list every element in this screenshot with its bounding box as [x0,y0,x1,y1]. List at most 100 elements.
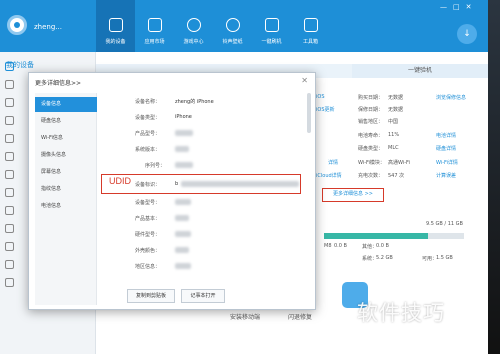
nav-label: 我的设备 [105,39,126,45]
nav-ringtone-wallpaper[interactable]: 铃声壁纸 [213,0,252,52]
nav-toolbox[interactable]: 工具箱 [291,0,330,52]
warranty-link[interactable]: 浏览保修信息 [436,94,466,101]
storage-system-label: 系统： [362,256,378,262]
udid-annotation: UDID [109,176,131,186]
storage-name: M8 [324,243,332,249]
download-icon[interactable]: ↓ [457,24,477,44]
menu-device-info[interactable]: 设备信息 [35,97,97,112]
ebook-icon[interactable] [5,152,14,161]
nav-label: 游戏中心 [183,39,204,45]
note-icon[interactable] [5,224,14,233]
storage-free-label: 可用： [422,256,438,262]
ios-link[interactable]: iOS [316,94,325,100]
calendar-icon[interactable] [5,260,14,269]
info-value: 中国 [388,119,399,125]
storage-other-label: 其他： [362,244,378,250]
storage-value: 0.0 B [376,243,389,249]
username[interactable]: zheng... [34,23,62,31]
info-value: MLC [388,145,399,151]
flash-icon [264,18,279,32]
image-icon[interactable] [5,98,14,107]
nav-my-device[interactable]: 我的设备 [96,0,135,52]
redacted-value [175,130,193,136]
field-label: 外壳颜色： [135,248,161,254]
udid-highlight [101,174,301,194]
scrollbar[interactable] [307,93,311,133]
restore-button[interactable]: □ [453,3,460,11]
info-value: 547 次 [388,173,405,179]
contact-icon[interactable] [5,206,14,215]
open-notepad-button[interactable]: 记事本打开 [181,289,225,303]
main-nav: 我的设备 应用市场 游戏中心 铃声壁纸 一键刷机 工具箱 [96,0,330,52]
field-label: 设备名称： [135,99,161,105]
app-icon[interactable] [5,80,14,89]
info-label: Wi-Fi模块： [358,160,385,166]
video-icon[interactable] [5,134,14,143]
info-value: 无数据 [388,95,404,101]
storage-value: 0.0 B [334,243,347,249]
redacted-value [175,231,191,237]
bookmark-icon[interactable] [5,242,14,251]
close-button[interactable]: ✕ [466,3,472,11]
install-mobile-button[interactable]: 安装移动端 [230,312,260,321]
icloud-detail-link[interactable]: iCloud详情 [316,172,342,179]
app-logo [7,15,27,35]
file-icon[interactable] [5,170,14,179]
top-bar: zheng... 我的设备 应用市场 游戏中心 铃声壁纸 一键刷机 工具箱 — … [0,0,488,52]
charge-error-link[interactable]: 计算误差 [436,172,456,179]
disk-detail-link[interactable]: 硬盘详情 [436,145,456,152]
ios-update-link[interactable]: iOS更新 [316,106,335,113]
tab-onekey-check[interactable]: 一键验机 [352,64,488,78]
watermark-text: 软件技巧 [357,301,445,325]
nav-label: 铃声壁纸 [222,39,243,45]
nav-game-center[interactable]: 游戏中心 [174,0,213,52]
menu-disk-info[interactable]: 硬盘信息 [35,114,97,129]
field-label: 地区信息： [135,264,161,270]
menu-screen-info[interactable]: 屏幕信息 [35,165,97,180]
storage-free-segment [427,233,464,239]
info-label: 电池寿命： [358,133,384,139]
field-label: 产品基本： [135,216,161,222]
copy-clipboard-button[interactable]: 复制到剪贴板 [127,289,175,303]
close-icon[interactable]: ✕ [301,76,308,85]
desktop-edge [488,0,500,354]
redacted-value [175,247,189,253]
menu-battery-info[interactable]: 电池信息 [35,199,97,214]
window-controls: — □ ✕ [440,3,472,11]
apps-icon [147,18,162,32]
info-label: 销售地区： [358,119,384,125]
redacted-value [175,215,189,221]
trash-icon[interactable] [5,278,14,287]
dialog-title: 更多详细信息>> [35,80,82,87]
redacted-value [175,146,189,152]
menu-wifi-info[interactable]: Wi-Fi信息 [35,131,97,146]
info-value: 11% [388,132,400,138]
field-label: 硬件型号： [135,232,161,238]
nav-label: 工具箱 [302,39,318,45]
menu-camera-info[interactable]: 摄像头信息 [35,148,97,163]
details-dialog: 更多详细信息>> ✕ 设备信息 硬盘信息 Wi-Fi信息 摄像头信息 屏幕信息 … [28,72,316,310]
field-label: 系统版本： [135,147,161,153]
more-info-link[interactable]: 更多详细信息 >> [322,188,384,202]
info-label: 保修日期： [358,107,384,113]
info-value: 无数据 [388,107,404,113]
info-label: 硬盘类型： [358,146,384,152]
info-label: 购买日期： [358,95,384,101]
info-label: 充电次数： [358,173,384,179]
device-icon [5,62,14,71]
battery-detail-link[interactable]: 电池详情 [436,132,456,139]
app-window: zheng... 我的设备 应用市场 游戏中心 铃声壁纸 一键刷机 工具箱 — … [0,0,488,354]
phone-icon [108,18,123,32]
field-label: 设备型号： [135,200,161,206]
crash-repair-button[interactable]: 闪退修复 [288,312,312,321]
detail-link[interactable]: 详情 [328,159,338,166]
storage-value: 1.5 GB [436,255,453,261]
minimize-button[interactable]: — [440,3,447,11]
nav-flash[interactable]: 一键刷机 [252,0,291,52]
message-icon[interactable] [5,188,14,197]
wifi-detail-link[interactable]: Wi-Fi详情 [436,159,458,166]
field-label: 设备类型： [135,115,161,121]
menu-fingerprint-info[interactable]: 指纹信息 [35,182,97,197]
music-icon[interactable] [5,116,14,125]
nav-app-market[interactable]: 应用市场 [135,0,174,52]
